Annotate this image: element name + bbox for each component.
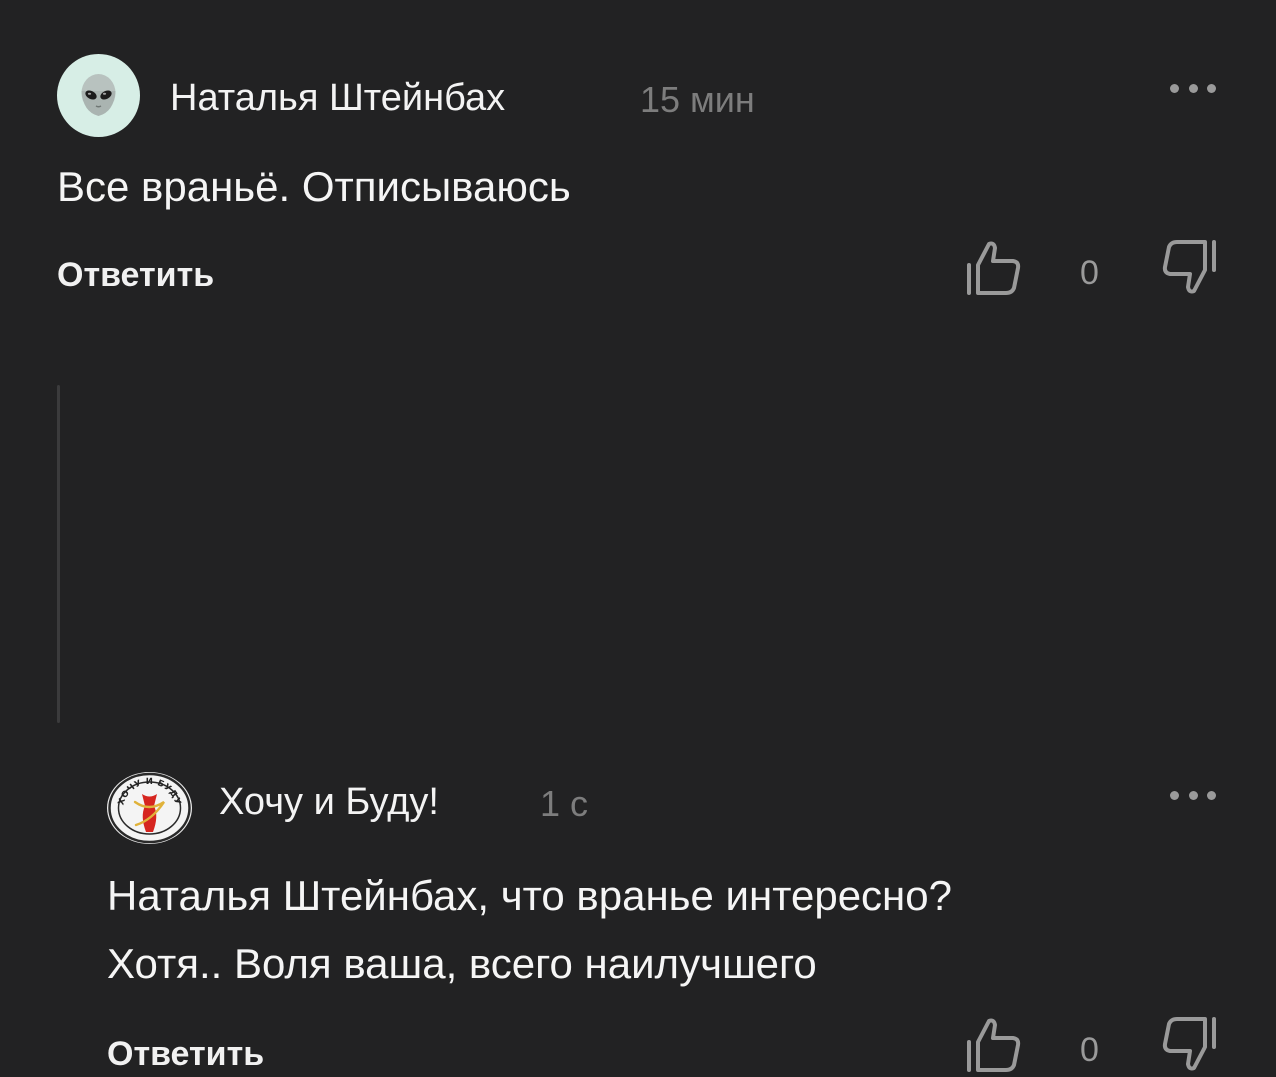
avatar[interactable] <box>57 54 140 137</box>
thumbs-down-icon[interactable] <box>1156 236 1220 300</box>
like-count: 0 <box>1080 1031 1099 1069</box>
comment-time: 1 с <box>540 783 589 824</box>
more-options-icon[interactable] <box>1170 81 1216 95</box>
reply-button[interactable]: Ответить <box>57 256 214 295</box>
hochu-i-budu-logo: ХОЧУ И БУДУ <box>108 772 191 844</box>
reply-button[interactable]: Ответить <box>107 1035 264 1074</box>
avatar[interactable]: ХОЧУ И БУДУ <box>107 772 192 844</box>
comment-author[interactable]: Наталья Штейнбах <box>170 77 505 120</box>
more-options-icon[interactable] <box>1170 788 1216 802</box>
alien-emoji-icon <box>81 74 116 116</box>
thumbs-up-icon[interactable] <box>963 235 1027 299</box>
comment-author[interactable]: Хочу и Буду! <box>219 781 439 824</box>
thumbs-down-icon[interactable] <box>1156 1013 1220 1077</box>
comment-text: Наталья Штейнбах, что вранье интересно? … <box>107 862 952 998</box>
reply-comment: ХОЧУ И БУДУ Хочу и Буду! 1 с Наталья Ште… <box>0 375 1276 1073</box>
comment-time: 15 мин <box>640 79 755 120</box>
thumbs-up-icon[interactable] <box>963 1012 1027 1076</box>
comment: Наталья Штейнбах 15 мин Все враньё. Отпи… <box>0 0 1276 330</box>
comment-text-line: Наталья Штейнбах, что вранье интересно? <box>107 872 952 919</box>
comment-text: Все враньё. Отписываюсь <box>57 163 571 210</box>
like-count: 0 <box>1080 254 1099 292</box>
comment-text-line: Хотя.. Воля ваша, всего наилучшего <box>107 940 817 987</box>
